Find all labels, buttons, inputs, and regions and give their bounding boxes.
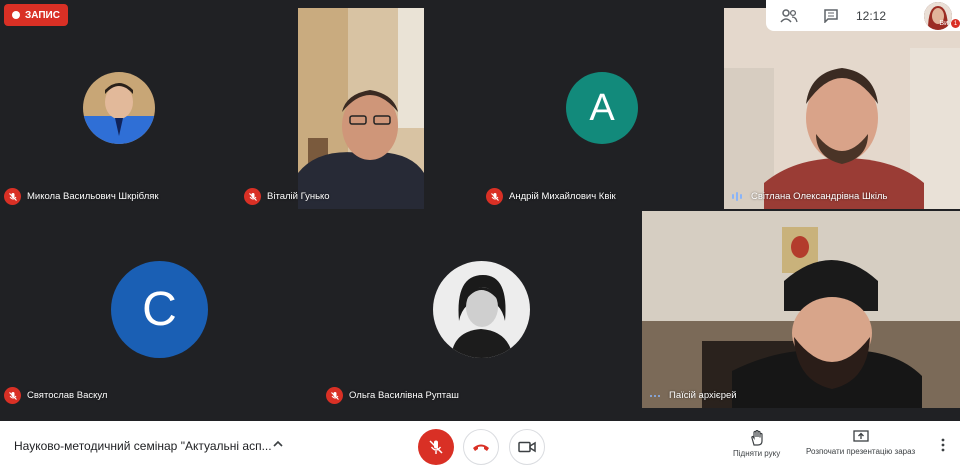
more-options-icon[interactable] [940,438,946,452]
participant-name-row: Андрій Михайлович Квік [486,188,616,205]
clock: 12:12 [856,8,887,23]
participant-video [298,8,424,209]
participant-tile[interactable]: Віталій Гунько [240,8,482,209]
leave-call-button[interactable] [463,429,499,465]
self-label: Ви [939,20,948,27]
participant-video [724,8,960,209]
mic-off-icon [429,440,443,454]
participant-name-row: Світлана Олександрівна Шкіль [728,188,887,205]
mic-off-icon [244,188,261,205]
hang-up-icon [473,444,489,451]
participant-tile[interactable]: Ольга Василівна Рупташ [322,211,642,408]
chevron-up-icon[interactable] [272,438,284,450]
people-icon [780,8,798,23]
participant-initial-avatar: С [111,261,208,358]
people-button[interactable] [770,0,808,31]
bottom-control-bar: Науково-методичний семінар "Актуальні ас… [0,421,960,471]
mic-off-icon [4,387,21,404]
top-status-panel: 12:12 Ви 1 [766,0,960,31]
participants-count-badge: 1 [951,19,960,28]
record-dot-icon [12,11,20,19]
raise-hand-button[interactable]: Підняти руку [733,430,780,458]
speaking-indicator-icon [646,387,663,404]
mic-off-icon [4,188,21,205]
participant-name: Паїсій архієрей [669,390,737,401]
participant-tile[interactable]: С Святослав Васкул [0,211,320,408]
present-now-label: Розпочати презентацію зараз [806,447,916,456]
participant-avatar [433,261,530,358]
hand-icon [750,430,763,446]
recording-label: ЗАПИС [25,9,60,21]
participant-tile[interactable]: Паїсій архієрей [642,211,960,408]
participant-tile[interactable]: А Андрій Михайлович Квік [482,8,722,209]
present-now-button[interactable]: Розпочати презентацію зараз [806,430,915,456]
participant-name: Андрій Михайлович Квік [509,191,616,202]
participant-name: Віталій Гунько [267,191,330,202]
participant-video [642,211,960,408]
chat-button[interactable] [812,0,850,31]
participant-name-row: Святослав Васкул [4,387,107,404]
participant-name: Святослав Васкул [27,390,108,401]
present-screen-icon [852,430,869,442]
speaking-indicator-icon [728,188,745,205]
participant-name: Ольга Василівна Рупташ [349,390,459,401]
participant-name: Микола Васильович Шкрібляк [27,191,159,202]
recording-badge: ЗАПИС [4,4,68,26]
avatar-initial: А [589,86,615,129]
participant-name-row: Паїсій архієрей [646,387,737,404]
meeting-title[interactable]: Науково-методичний семінар "Актуальні ас… [14,439,272,453]
avatar-initial: С [142,283,177,336]
mic-off-icon [326,387,343,404]
chat-icon [824,8,838,23]
participant-name-row: Ольга Василівна Рупташ [326,387,459,404]
participant-avatar [83,72,155,144]
raise-hand-label: Підняти руку [733,449,781,458]
participant-tile[interactable]: Світлана Олександрівна Шкіль [724,8,960,209]
participant-initial-avatar: А [566,72,638,144]
camera-toggle-button[interactable] [509,429,545,465]
participant-tile[interactable]: Микола Васильович Шкрібляк [0,8,240,209]
participant-name: Світлана Олександрівна Шкіль [751,191,888,202]
microphone-toggle-button[interactable] [418,429,454,465]
mic-off-icon [486,188,503,205]
participant-name-row: Микола Васильович Шкрібляк [4,188,159,205]
camera-icon [518,441,536,453]
meeting-stage: Микола Васильович Шкрібляк Віталій Гуньк… [0,0,960,471]
participant-name-row: Віталій Гунько [244,188,330,205]
